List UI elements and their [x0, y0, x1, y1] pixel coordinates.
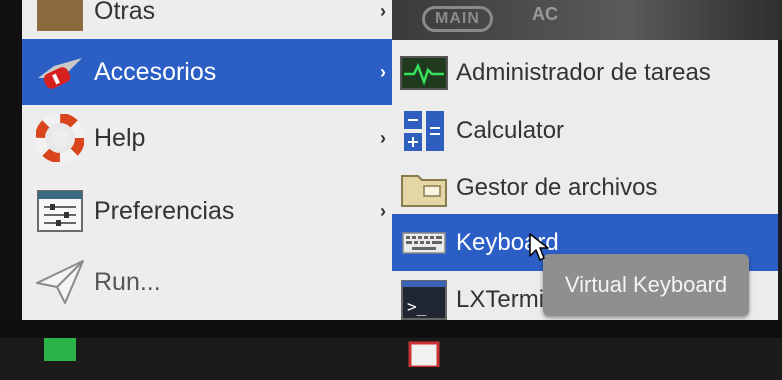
desktop-logo: MAIN — [422, 6, 493, 32]
chevron-right-icon: › — [380, 61, 386, 82]
submenu-item-file-manager[interactable]: Gestor de archivos — [392, 159, 778, 216]
paper-plane-icon — [32, 254, 88, 310]
menu-item-preferencias[interactable]: Preferencias › — [22, 178, 392, 244]
submenu-item-task-manager[interactable]: Administrador de tareas — [392, 44, 778, 101]
desktop-logo-text: AC — [532, 4, 558, 24]
calculator-icon — [400, 107, 448, 155]
submenu-item-calculator[interactable]: Calculator — [392, 102, 778, 159]
file-manager-icon — [400, 164, 448, 212]
menu-item-accesorios[interactable]: Accesorios › — [22, 39, 392, 105]
menu-item-label: Preferencias — [94, 196, 235, 225]
chevron-right-icon: › — [380, 200, 386, 221]
menu-item-otras[interactable]: Otras › — [22, 0, 392, 44]
folder-icon — [32, 0, 88, 39]
menu-item-label: Otras — [94, 0, 156, 25]
lifebuoy-icon — [32, 110, 88, 166]
menu-item-run[interactable]: Run... — [22, 249, 392, 315]
menu-item-label: Help — [94, 123, 146, 152]
submenu-item-label: LXTermir — [456, 285, 553, 313]
tooltip: Virtual Keyboard — [543, 254, 749, 316]
svg-text:>_: >_ — [407, 297, 427, 316]
submenu-item-label: Administrador de tareas — [456, 58, 711, 86]
mouse-pointer-icon — [528, 232, 550, 267]
desktop-background: MAIN AC — [392, 0, 782, 40]
keyboard-icon — [400, 219, 448, 267]
terminal-icon: >_ — [400, 276, 448, 324]
submenu-item-label: Calculator — [456, 116, 565, 144]
screen-bezel — [0, 0, 22, 338]
sliders-icon — [32, 183, 88, 239]
menu-item-label: Accesorios — [94, 57, 217, 86]
screen-bezel-bottom — [0, 320, 782, 338]
chevron-right-icon: › — [380, 0, 386, 21]
swiss-knife-icon — [32, 44, 88, 100]
menu-item-help[interactable]: Help › — [22, 105, 392, 171]
menu-item-label: Run... — [94, 267, 161, 296]
chevron-right-icon: › — [380, 127, 386, 148]
main-menu: Otras › Accesorios › Help › Preferencias… — [22, 0, 392, 361]
submenu-item-label: Gestor de archivos — [456, 173, 658, 201]
task-manager-icon — [400, 49, 448, 97]
